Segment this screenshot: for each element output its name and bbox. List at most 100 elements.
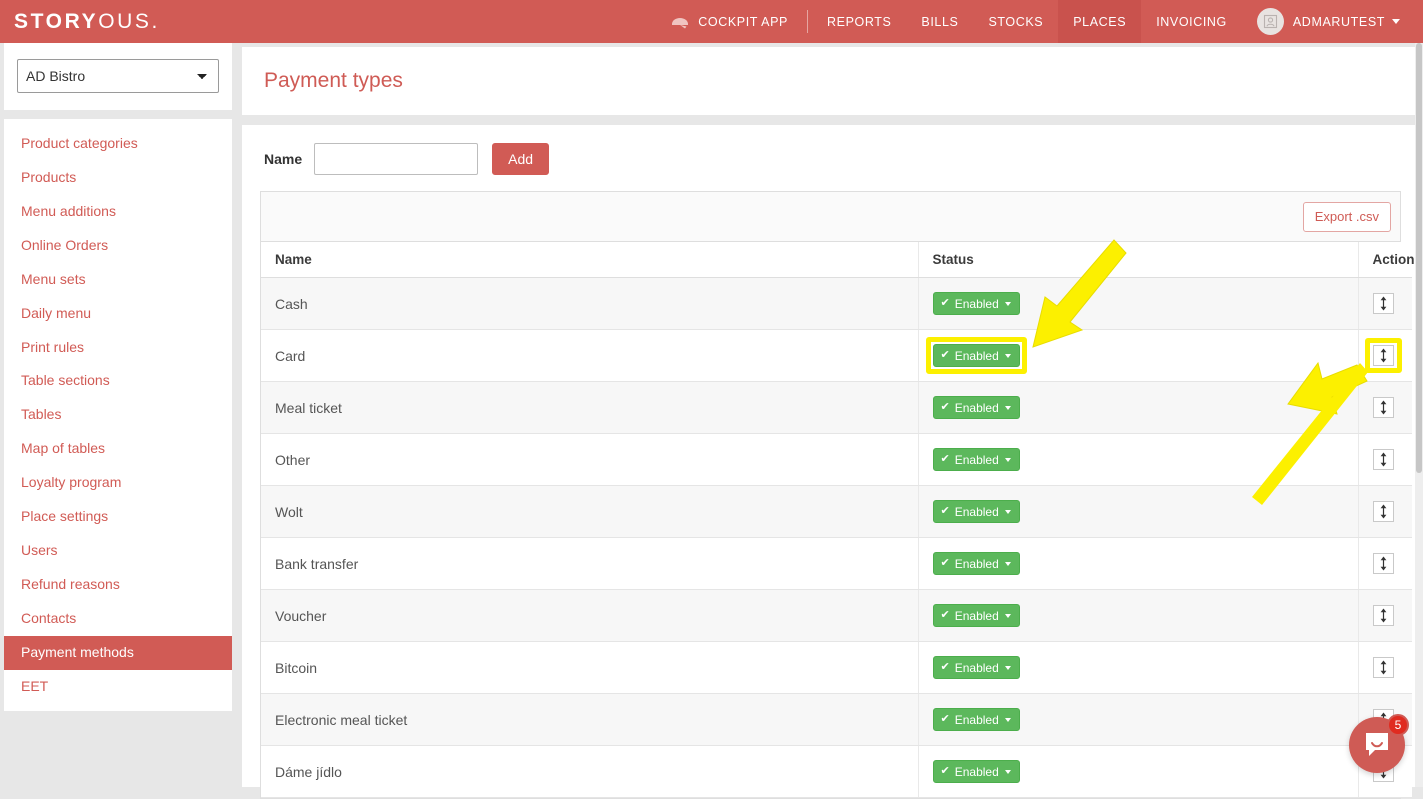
cell-status: ✔Enabled: [918, 642, 1358, 694]
top-navbar: STORYOUS. COCKPIT APP REPORTS BILLS STOC…: [0, 0, 1423, 43]
nav-item-reports[interactable]: REPORTS: [812, 0, 906, 43]
user-menu[interactable]: ADMARUTEST: [1242, 0, 1415, 43]
cell-status: ✔Enabled: [918, 434, 1358, 486]
user-menu-label: ADMARUTEST: [1293, 15, 1385, 29]
nav-item-places[interactable]: PLACES: [1058, 0, 1141, 43]
sort-updown-icon-button[interactable]: [1373, 553, 1394, 574]
status-badge[interactable]: ✔Enabled: [933, 760, 1020, 783]
nav-item-invoicing[interactable]: INVOICING: [1141, 0, 1242, 43]
sort-updown-icon-button[interactable]: [1373, 449, 1394, 470]
sidebar-item-eet[interactable]: EET: [4, 670, 232, 704]
sidebar-item-refund-reasons[interactable]: Refund reasons: [4, 568, 232, 602]
caret-down-icon: [1005, 666, 1011, 670]
cell-status: ✔ Enabled: [918, 382, 1358, 434]
check-icon: ✔: [941, 558, 950, 569]
export-csv-button[interactable]: Export .csv: [1303, 202, 1391, 232]
sidebar-item-tables[interactable]: Tables: [4, 398, 232, 432]
navbar-menu: COCKPIT APP REPORTS BILLS STOCKS PLACES …: [655, 0, 1423, 43]
cell-status: ✔Enabled: [918, 330, 1358, 382]
status-badge-label: Enabled: [955, 713, 999, 727]
sidebar-item-menu-additions[interactable]: Menu additions: [4, 194, 232, 228]
status-badge-label: Enabled: [955, 609, 999, 623]
status-badge[interactable]: ✔Enabled: [933, 344, 1020, 367]
table-header-row: Name Status Action: [261, 242, 1412, 278]
cell-name: Voucher: [261, 590, 918, 642]
sidebar-item-map-of-tables[interactable]: Map of tables: [4, 432, 232, 466]
chat-launcher[interactable]: 5: [1349, 717, 1405, 773]
caret-down-icon: [1005, 458, 1011, 462]
check-icon: ✔: [941, 714, 950, 725]
status-badge[interactable]: ✔ Enabled: [933, 708, 1020, 731]
app-logo[interactable]: STORYOUS.: [0, 0, 160, 43]
payment-types-table: Name Status Action Cash✔EnabledCard✔Enab…: [261, 242, 1412, 798]
chat-unread-badge: 5: [1387, 714, 1409, 736]
check-icon: ✔: [941, 402, 950, 413]
cell-action: [1358, 590, 1412, 642]
sidebar-item-place-settings[interactable]: Place settings: [4, 500, 232, 534]
sort-updown-icon-button[interactable]: [1373, 397, 1394, 418]
status-badge-label: Enabled: [955, 505, 999, 519]
table-row: Wolt✔Enabled: [261, 486, 1412, 538]
sidebar-item-payment-methods[interactable]: Payment methods: [4, 636, 232, 670]
sort-updown-icon-button[interactable]: [1373, 657, 1394, 678]
logo-text-light: OUS.: [98, 10, 160, 34]
sort-updown-icon: [1379, 348, 1388, 363]
sidebar-item-products[interactable]: Products: [4, 160, 232, 194]
sort-updown-icon: [1379, 660, 1388, 675]
status-badge[interactable]: ✔Enabled: [933, 292, 1020, 315]
cell-action: [1358, 278, 1412, 330]
sidebar-nav: Product categories Products Menu additio…: [4, 119, 232, 711]
sidebar-item-product-categories[interactable]: Product categories: [4, 126, 232, 160]
sidebar-item-menu-sets[interactable]: Menu sets: [4, 262, 232, 296]
sidebar-item-users[interactable]: Users: [4, 534, 232, 568]
sort-updown-icon-button[interactable]: [1373, 345, 1394, 366]
column-header-name: Name: [261, 242, 918, 278]
nav-item-cockpit-app[interactable]: COCKPIT APP: [655, 0, 803, 43]
place-select[interactable]: AD Bistro: [17, 59, 219, 93]
sort-updown-icon-button[interactable]: [1373, 501, 1394, 522]
sidebar-item-table-sections[interactable]: Table sections: [4, 364, 232, 398]
table-row: Voucher ✔Enabled: [261, 590, 1412, 642]
nav-item-bills[interactable]: BILLS: [906, 0, 973, 43]
main-content: Payment types Name Add Export .csv Name …: [236, 43, 1423, 787]
caret-down-icon: [1005, 614, 1011, 618]
sort-updown-icon: [1379, 400, 1388, 415]
check-icon: ✔: [941, 454, 950, 465]
cell-status: ✔Enabled: [918, 538, 1358, 590]
table-row: Electronic meal ticket✔Enabled: [261, 694, 1412, 746]
page-scrollbar[interactable]: [1415, 43, 1423, 787]
status-badge[interactable]: ✔Enabled: [933, 448, 1020, 471]
sidebar-item-loyalty-program[interactable]: Loyalty program: [4, 466, 232, 500]
cell-status: ✔ Enabled: [918, 694, 1358, 746]
name-field-label: Name: [264, 151, 302, 167]
cell-name: Other: [261, 434, 918, 486]
sidebar-item-print-rules[interactable]: Print rules: [4, 330, 232, 364]
sort-updown-icon: [1379, 608, 1388, 623]
table-toolbar: Export .csv: [261, 192, 1400, 242]
status-badge[interactable]: ✔Enabled: [933, 552, 1020, 575]
sort-updown-icon: [1379, 452, 1388, 467]
status-badge[interactable]: ✔Enabled: [933, 604, 1020, 627]
table-row: Cash✔Enabled: [261, 278, 1412, 330]
caret-down-icon: [1005, 562, 1011, 566]
sidebar-item-daily-menu[interactable]: Daily menu: [4, 296, 232, 330]
status-badge[interactable]: ✔ Enabled: [933, 500, 1020, 523]
status-badge-label: Enabled: [955, 401, 999, 415]
sidebar-item-online-orders[interactable]: Online Orders: [4, 228, 232, 262]
check-icon: ✔: [941, 506, 950, 517]
sort-updown-icon: [1379, 556, 1388, 571]
cell-action: [1358, 538, 1412, 590]
sort-updown-icon-button[interactable]: [1373, 293, 1394, 314]
status-badge[interactable]: ✔Enabled: [933, 656, 1020, 679]
name-input[interactable]: [314, 143, 478, 175]
add-button[interactable]: Add: [492, 143, 549, 175]
page-scrollbar-thumb[interactable]: [1416, 43, 1422, 473]
caret-down-icon: [1005, 354, 1011, 358]
sort-updown-icon-button[interactable]: [1373, 605, 1394, 626]
nav-item-stocks[interactable]: STOCKS: [973, 0, 1058, 43]
status-badge[interactable]: ✔ Enabled: [933, 396, 1020, 419]
sidebar-item-contacts[interactable]: Contacts: [4, 602, 232, 636]
table-row: Bank transfer✔Enabled: [261, 538, 1412, 590]
caret-down-icon: [1005, 718, 1011, 722]
avatar: [1257, 8, 1284, 35]
